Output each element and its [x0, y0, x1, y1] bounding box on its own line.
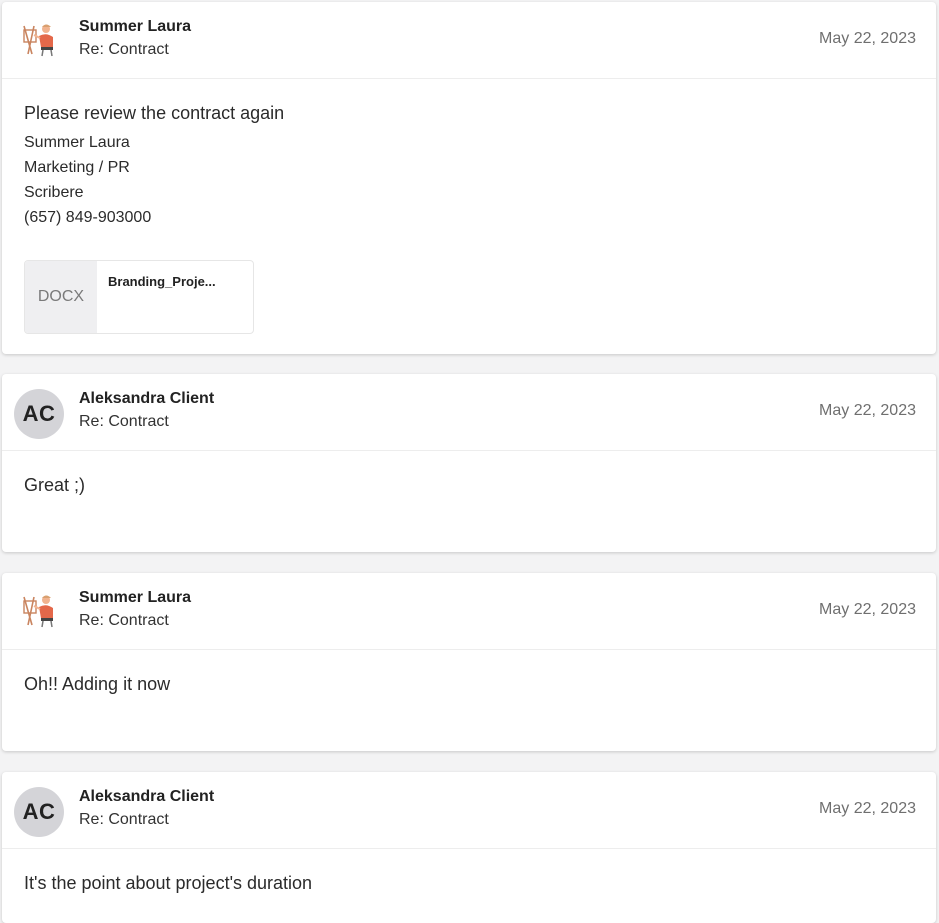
message-card[interactable]: AC Aleksandra Client Re: Contract May 22… — [2, 772, 936, 923]
message-header[interactable]: Summer Laura Re: Contract May 22, 2023 — [2, 2, 936, 79]
message-body: Oh!! Adding it now — [2, 650, 936, 695]
message-body: It's the point about project's duration — [2, 849, 936, 894]
message-subject: Re: Contract — [79, 41, 169, 58]
message-subject: Re: Contract — [79, 811, 169, 828]
message-date: May 22, 2023 — [819, 800, 916, 817]
avatar: AC — [14, 787, 64, 837]
message-subject: Re: Contract — [79, 612, 169, 629]
signature-company: Scribere — [24, 184, 84, 201]
message-card[interactable]: Summer Laura Re: Contract May 22, 2023 O… — [2, 573, 936, 751]
message-header[interactable]: AC Aleksandra Client Re: Contract May 22… — [2, 772, 936, 849]
avatar: AC — [14, 389, 64, 439]
signature-title: Marketing / PR — [24, 159, 130, 176]
painter-illustration-icon — [23, 24, 53, 57]
attachment-type-label: DOCX — [25, 261, 97, 333]
sender-name: Aleksandra Client — [79, 788, 215, 805]
message-date: May 22, 2023 — [819, 601, 916, 618]
painter-illustration-icon — [23, 595, 53, 628]
message-header[interactable]: AC Aleksandra Client Re: Contract May 22… — [2, 374, 936, 451]
sender-name: Summer Laura — [79, 18, 192, 35]
message-text: It's the point about project's duration — [24, 873, 313, 893]
message-text: Please review the contract again — [24, 103, 285, 123]
message-header[interactable]: Summer Laura Re: Contract May 22, 2023 — [2, 573, 936, 650]
message-text: Great ;) — [24, 475, 86, 495]
signature-phone: (657) 849-903000 — [24, 209, 152, 226]
message-date: May 22, 2023 — [819, 30, 916, 47]
message-body: Great ;) — [2, 451, 936, 496]
message-text: Oh!! Adding it now — [24, 674, 171, 694]
sender-name: Summer Laura — [79, 589, 192, 606]
message-date: May 22, 2023 — [819, 402, 916, 419]
message-thread: Summer Laura Re: Contract May 22, 2023 P… — [0, 0, 939, 923]
message-body: Please review the contract again Summer … — [2, 79, 936, 230]
attachment-filename[interactable]: Branding_Proje... — [108, 274, 243, 289]
sender-name: Aleksandra Client — [79, 390, 215, 407]
message-subject: Re: Contract — [79, 413, 169, 430]
message-card[interactable]: AC Aleksandra Client Re: Contract May 22… — [2, 374, 936, 552]
signature-name: Summer Laura — [24, 134, 130, 151]
attachment-card[interactable]: DOCX Branding_Proje... — [24, 260, 254, 334]
message-card[interactable]: Summer Laura Re: Contract May 22, 2023 P… — [2, 2, 936, 354]
